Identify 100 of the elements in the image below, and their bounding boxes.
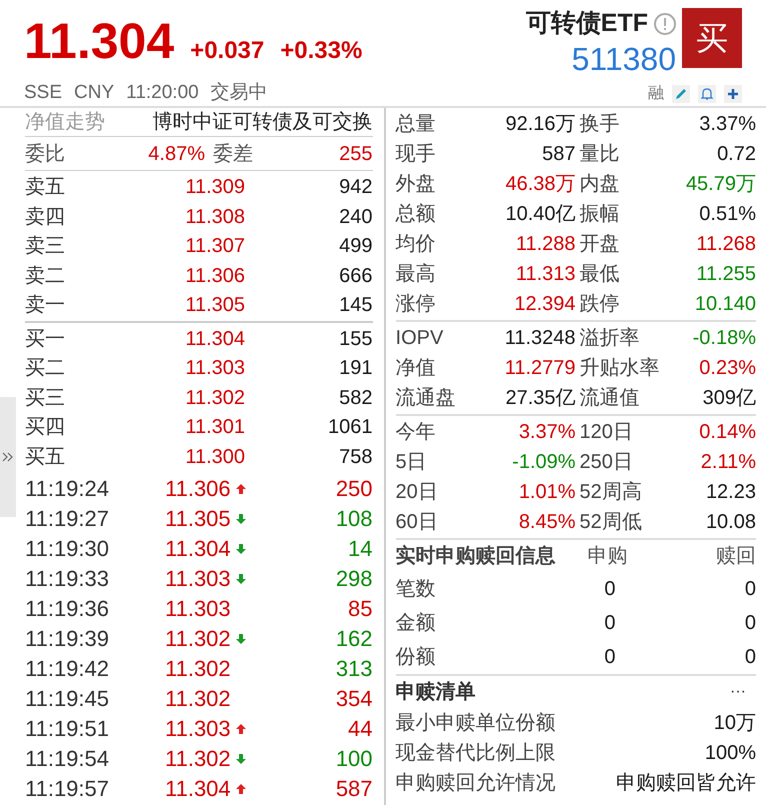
stat-value: 0.23% xyxy=(698,356,756,381)
trade-price: 11.303 xyxy=(165,715,231,743)
level-price: 11.302 xyxy=(184,386,245,410)
margin-tag[interactable]: 融 xyxy=(648,82,664,106)
level-price: 11.308 xyxy=(184,204,245,230)
trade-volume: 14 xyxy=(347,535,373,563)
table-cell-text: 0 xyxy=(744,611,756,636)
security-name: 可转债ETF xyxy=(526,8,648,39)
trade-price: 11.305 xyxy=(165,505,231,533)
stat-value: 0.14% xyxy=(698,420,756,445)
row-label: 委比 xyxy=(25,142,66,166)
stat-label: 内盘 xyxy=(578,172,621,197)
level-price: 11.301 xyxy=(184,415,245,440)
stat-value: 2.11% xyxy=(700,450,756,475)
table-cell-text: 0 xyxy=(603,611,616,636)
trade-volume: 298 xyxy=(334,565,373,593)
level-label: 卖二 xyxy=(25,264,66,288)
stat-value: 587 xyxy=(541,142,576,167)
column-header: 赎回 xyxy=(715,544,756,569)
stat-label: 5日 xyxy=(396,450,428,475)
trade-volume: 313 xyxy=(334,655,373,683)
row-value: 10万 xyxy=(714,711,756,736)
trade-volume: 85 xyxy=(347,595,373,623)
stat-label: 最高 xyxy=(396,262,437,287)
trade-volume: 44 xyxy=(347,715,373,743)
level-label: 买三 xyxy=(25,386,66,410)
stat-label: 流通盘 xyxy=(396,386,457,411)
stat-label: 20日 xyxy=(396,480,439,505)
column-header: 申购 xyxy=(586,544,629,569)
collapse-handle[interactable] xyxy=(0,396,16,516)
stat-label: 250日 xyxy=(578,450,634,475)
edit-icon[interactable] xyxy=(672,84,690,102)
trade-price: 11.302 xyxy=(165,745,231,773)
bell-icon[interactable] xyxy=(698,84,716,102)
level-volume: 191 xyxy=(338,356,373,381)
stat-value: 27.35亿 xyxy=(504,386,576,411)
trade-price: 11.302 xyxy=(165,625,231,653)
stat-value: 11.255 xyxy=(695,262,756,287)
stat-value: 8.45% xyxy=(518,510,576,535)
stat-value: 3.37% xyxy=(518,420,576,445)
info-icon xyxy=(654,12,676,35)
add-icon[interactable] xyxy=(724,84,742,102)
bid-ratio: 4.87% xyxy=(147,142,205,166)
stat-label: 开盘 xyxy=(578,232,621,257)
trade-time: 11:19:33 xyxy=(25,565,110,593)
trade-time: 11:19:54 xyxy=(25,745,110,773)
stat-value: 92.16万 xyxy=(504,112,576,137)
row-label: 份额 xyxy=(396,645,437,670)
stat-label: 52周高 xyxy=(578,480,643,505)
trade-time: 11:19:27 xyxy=(25,505,110,533)
trade-price: 11.303 xyxy=(165,595,231,623)
row-value: 申购赎回皆允许 xyxy=(616,771,756,796)
row-label: 笔数 xyxy=(396,577,437,602)
level-label: 卖四 xyxy=(25,204,66,230)
table-cell-text: 0 xyxy=(603,645,616,670)
down-arrow-icon xyxy=(234,512,247,524)
up-arrow-icon xyxy=(234,782,247,794)
trade-volume: 354 xyxy=(334,685,373,713)
level-label: 买二 xyxy=(25,356,66,381)
stat-label: 振幅 xyxy=(578,202,621,227)
stat-value: 12.394 xyxy=(513,292,576,317)
buy-button[interactable]: 买 xyxy=(682,8,742,68)
row-label: 委差 xyxy=(212,142,254,166)
stat-value: 0.72 xyxy=(716,142,756,167)
stat-value: 10.140 xyxy=(694,292,756,317)
level-label: 卖三 xyxy=(25,234,66,259)
up-arrow-icon xyxy=(234,722,247,734)
level-price: 11.305 xyxy=(184,293,245,318)
trade-volume: 162 xyxy=(334,625,373,653)
level-price: 11.307 xyxy=(184,234,245,259)
level-volume: 499 xyxy=(338,234,373,259)
row-value: 100% xyxy=(704,741,756,766)
level-price: 11.303 xyxy=(184,356,245,381)
level-label: 买五 xyxy=(25,444,66,470)
stat-label: 今年 xyxy=(396,420,437,445)
stat-label: 52周低 xyxy=(578,510,643,535)
stat-label: 换手 xyxy=(578,112,621,137)
table-cell-text: 0 xyxy=(603,577,616,602)
level-volume: 666 xyxy=(338,264,373,288)
trade-time: 11:19:51 xyxy=(25,715,110,743)
stat-value: 0.51% xyxy=(698,202,756,227)
trade-price: 11.306 xyxy=(165,475,231,503)
level-volume: 145 xyxy=(338,293,373,318)
stat-label: 最低 xyxy=(578,262,621,287)
more-button[interactable]: ··· xyxy=(730,680,746,704)
up-arrow-icon xyxy=(234,482,247,494)
trade-volume: 108 xyxy=(334,505,373,533)
trade-volume: 100 xyxy=(334,745,373,773)
stat-value: -1.09% xyxy=(511,450,576,475)
trade-volume: 250 xyxy=(334,475,373,503)
row-label: 金额 xyxy=(396,611,437,636)
security-code: 511380 xyxy=(572,40,676,80)
table-cell-text: 0 xyxy=(744,645,756,670)
trading-status: 交易中 xyxy=(210,81,268,106)
stat-label: 涨停 xyxy=(396,292,437,317)
stat-value: 10.40亿 xyxy=(504,202,576,227)
stat-label: 现手 xyxy=(396,142,437,167)
trade-price: 11.304 xyxy=(165,535,231,563)
stat-value: 1.01% xyxy=(518,480,576,505)
exchange-label: SSE xyxy=(24,81,62,106)
